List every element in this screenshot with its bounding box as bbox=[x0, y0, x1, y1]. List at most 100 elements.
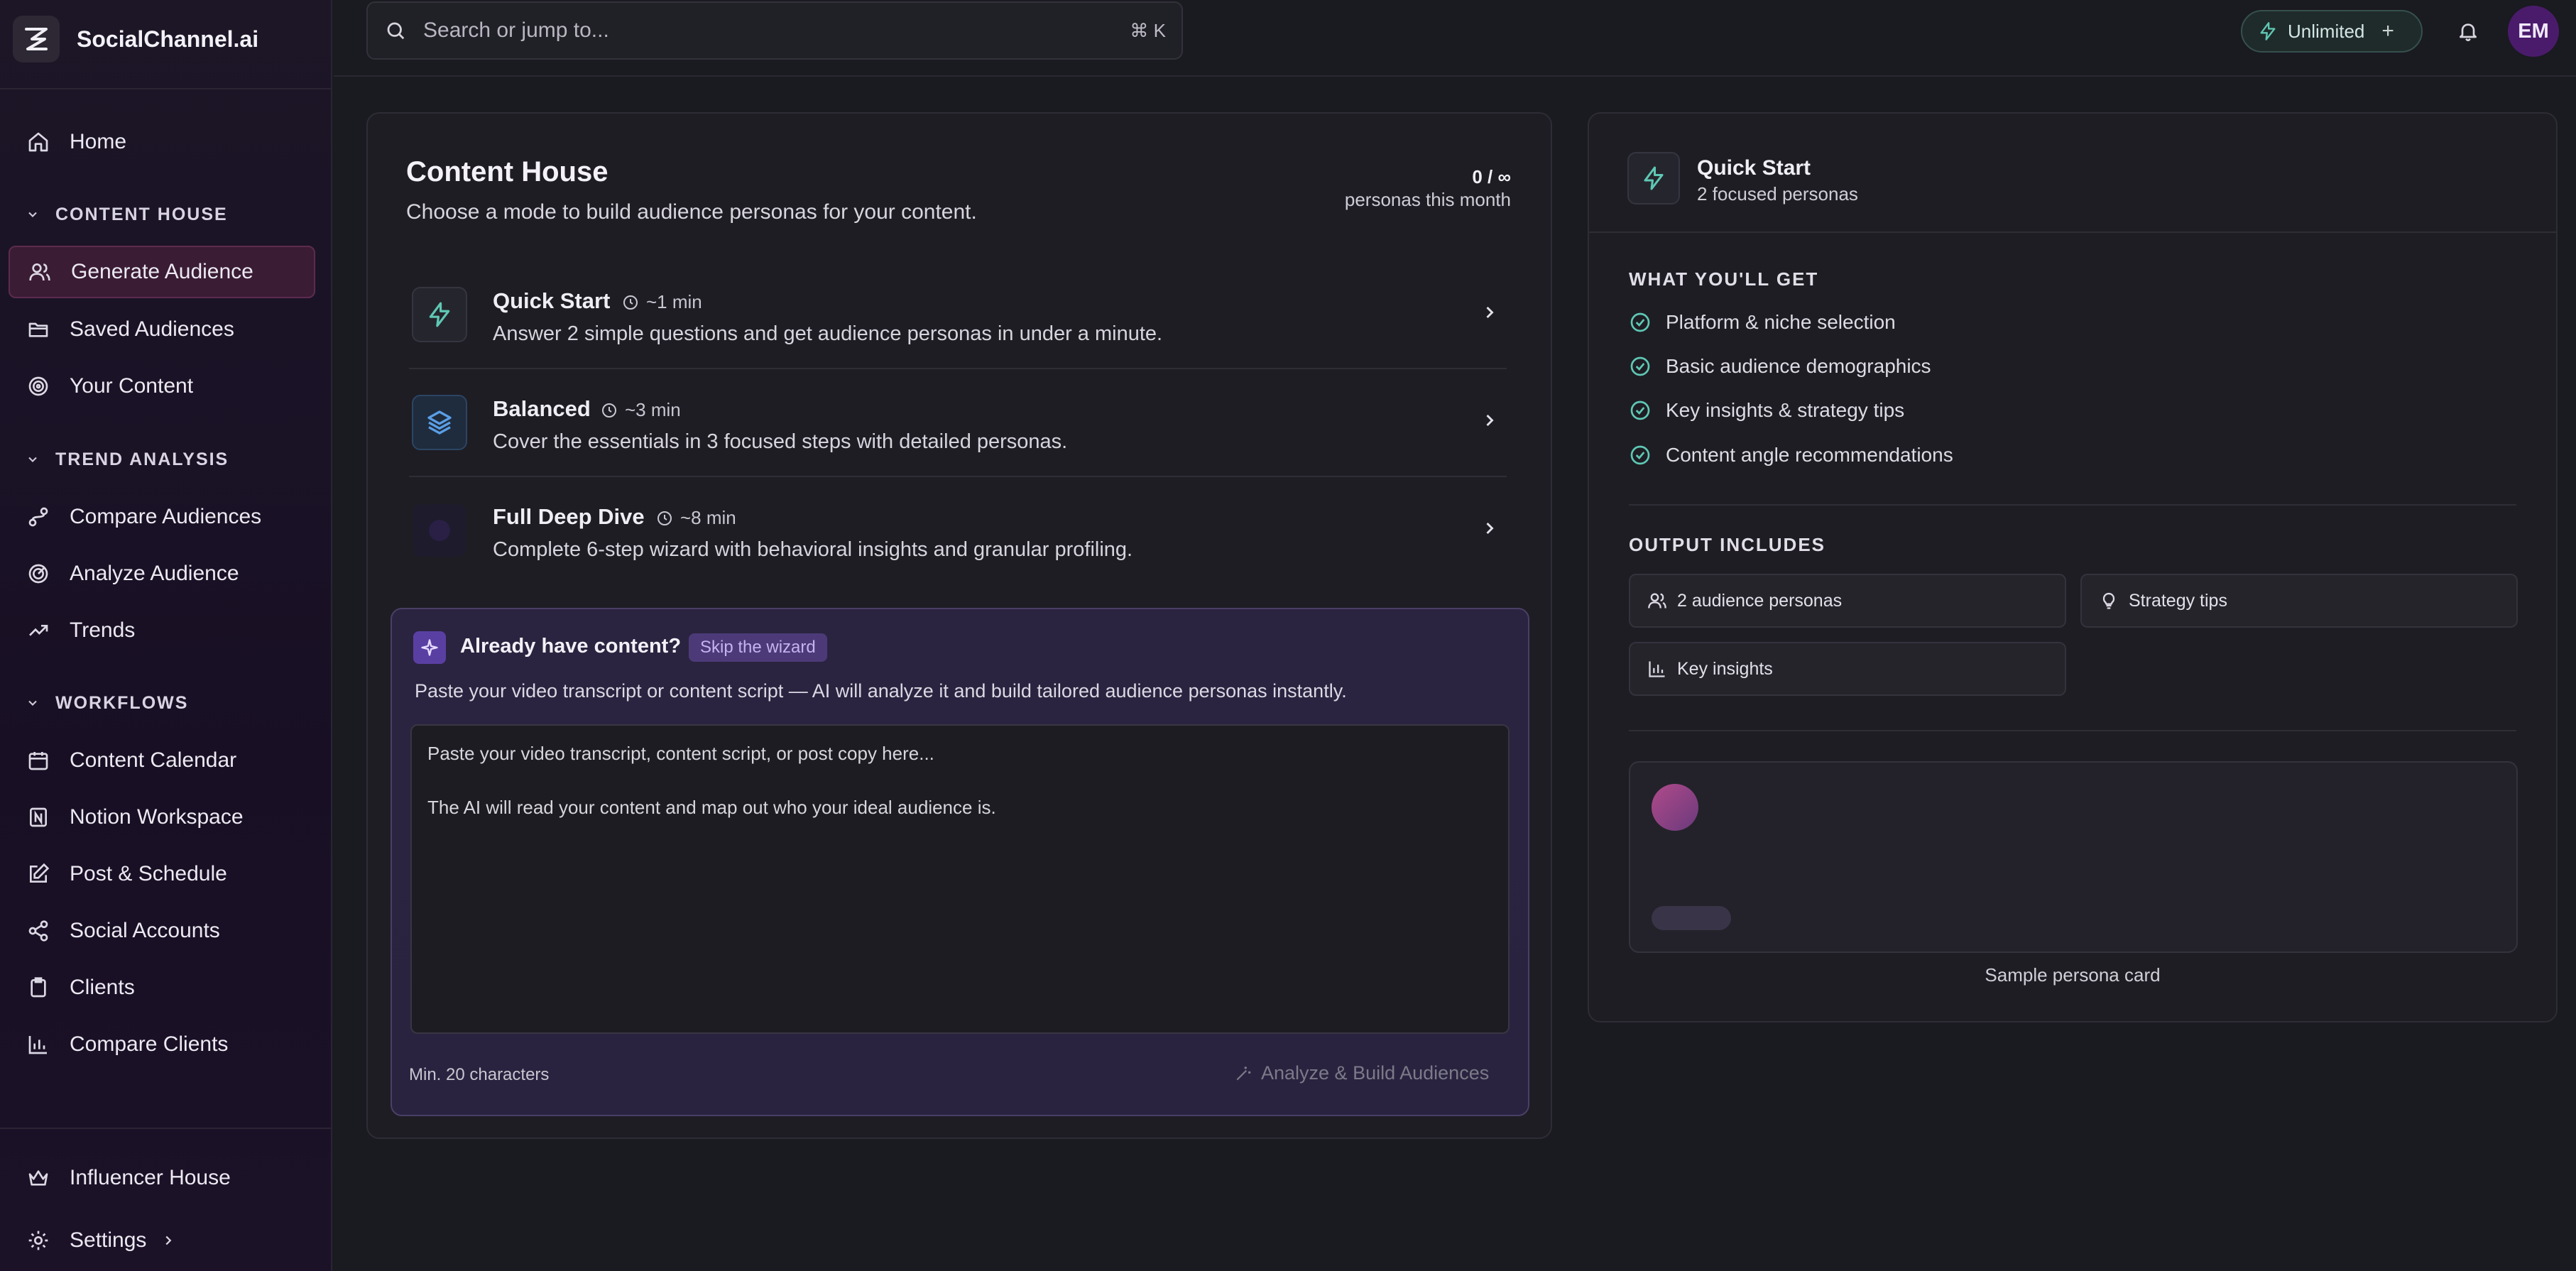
sidebar-item-label: Home bbox=[70, 130, 127, 153]
chevron-right-icon bbox=[1486, 522, 1494, 535]
preview-divider bbox=[1629, 730, 2516, 731]
sidebar-item-label: Influencer House bbox=[70, 1166, 231, 1189]
output-label: Key insights bbox=[1677, 658, 1773, 679]
clipboard-icon bbox=[26, 975, 51, 1000]
sidebar-item-compare-audiences[interactable]: Compare Audiences bbox=[9, 491, 315, 543]
feature-label: Platform & niche selection bbox=[1666, 311, 1896, 333]
output-strategy-tips: Strategy tips bbox=[2080, 574, 2518, 628]
sidebar-item-label: Analyze Audience bbox=[70, 562, 239, 585]
min-characters-hint: Min. 20 characters bbox=[409, 1065, 550, 1084]
sidebar-divider bbox=[0, 1128, 332, 1129]
users-icon bbox=[27, 259, 53, 285]
preview-divider bbox=[1589, 231, 2556, 233]
content-textarea[interactable]: Paste your video transcript, content scr… bbox=[410, 724, 1510, 1034]
sidebar-item-generate-audience[interactable]: Generate Audience bbox=[9, 246, 315, 298]
usage-label: personas this month bbox=[1344, 189, 1511, 210]
mode-time-value: ~8 min bbox=[680, 507, 736, 528]
sidebar-item-social-accounts[interactable]: Social Accounts bbox=[9, 905, 315, 957]
brand-logo-icon bbox=[13, 16, 60, 62]
sidebar-item-saved-audiences[interactable]: Saved Audiences bbox=[9, 303, 315, 356]
sidebar-section-trend-analysis[interactable]: TREND ANALYSIS bbox=[26, 445, 229, 474]
folder-icon bbox=[26, 317, 51, 342]
output-key-insights: Key insights bbox=[1629, 642, 2066, 696]
feature-item: Key insights & strategy tips bbox=[1629, 398, 1904, 422]
trending-up-icon bbox=[26, 618, 51, 643]
mode-quick-start[interactable]: Quick Start ~1 min Answer 2 simple quest… bbox=[409, 260, 1508, 366]
notion-icon bbox=[26, 804, 51, 830]
chevron-right-icon bbox=[1486, 414, 1494, 427]
mode-time: ~3 min bbox=[601, 399, 681, 421]
plan-add-button[interactable]: + bbox=[2381, 19, 2394, 43]
feature-label: Content angle recommendations bbox=[1666, 444, 1953, 466]
preview-title: Quick Start bbox=[1697, 156, 1811, 180]
search-input[interactable]: Search or jump to... ⌘ K bbox=[366, 1, 1183, 60]
lightbulb-icon bbox=[2102, 592, 2115, 609]
lightning-icon bbox=[2260, 22, 2276, 40]
mode-balanced[interactable]: Balanced ~3 min Cover the essentials in … bbox=[409, 368, 1508, 474]
sidebar-item-analyze-audience[interactable]: Analyze Audience bbox=[9, 547, 315, 600]
mode-description: Answer 2 simple questions and get audien… bbox=[493, 322, 1163, 345]
sidebar-item-home[interactable]: Home bbox=[9, 116, 315, 168]
brand-name: SocialChannel.ai bbox=[77, 26, 259, 52]
chevron-down-icon bbox=[28, 700, 37, 706]
clock-icon bbox=[657, 511, 672, 525]
mode-time-value: ~1 min bbox=[646, 291, 702, 312]
user-avatar[interactable]: EM bbox=[2508, 6, 2559, 57]
persona-tag-placeholder bbox=[1652, 906, 1731, 930]
sidebar-item-settings[interactable]: Settings bbox=[9, 1214, 315, 1267]
crown-icon bbox=[26, 1165, 51, 1191]
lightning-icon bbox=[1627, 152, 1680, 204]
sparkles-icon bbox=[413, 631, 446, 664]
sidebar-item-label: Generate Audience bbox=[71, 260, 253, 283]
sidebar-item-label: Social Accounts bbox=[70, 919, 220, 942]
plan-badge[interactable]: Unlimited + bbox=[2241, 10, 2423, 53]
preview-divider bbox=[1629, 504, 2516, 506]
gear-icon bbox=[26, 1228, 51, 1253]
sidebar-item-clients[interactable]: Clients bbox=[9, 961, 315, 1014]
sidebar-section-workflows[interactable]: WORKFLOWS bbox=[26, 689, 188, 717]
sidebar-item-post-schedule[interactable]: Post & Schedule bbox=[9, 848, 315, 900]
sidebar-item-content-calendar[interactable]: Content Calendar bbox=[9, 734, 315, 787]
analyze-button[interactable]: Analyze & Build Audiences bbox=[1234, 1062, 1489, 1084]
route-icon bbox=[26, 504, 51, 530]
mode-description: Cover the essentials in 3 focused steps … bbox=[493, 430, 1068, 453]
persona-avatar bbox=[1652, 784, 1698, 831]
analyze-button-label: Analyze & Build Audiences bbox=[1261, 1062, 1490, 1084]
clock-icon bbox=[623, 295, 638, 310]
sidebar-item-label: Notion Workspace bbox=[70, 805, 244, 829]
bell-icon bbox=[2460, 23, 2477, 42]
paste-description: Paste your video transcript or content s… bbox=[415, 680, 1347, 702]
sidebar-item-compare-clients[interactable]: Compare Clients bbox=[9, 1018, 315, 1071]
section-title: CONTENT HOUSE bbox=[55, 204, 228, 224]
feature-item: Basic audience demographics bbox=[1629, 354, 1931, 378]
output-includes-heading: OUTPUT INCLUDES bbox=[1629, 534, 1825, 555]
brand[interactable]: SocialChannel.ai bbox=[13, 16, 258, 62]
check-circle-icon bbox=[1630, 400, 1650, 420]
notifications-button[interactable] bbox=[2447, 10, 2489, 53]
chevron-down-icon bbox=[28, 212, 37, 217]
sidebar-item-label: Settings bbox=[70, 1228, 147, 1252]
target-icon bbox=[412, 503, 467, 558]
sidebar-item-influencer-house[interactable]: Influencer House bbox=[9, 1152, 315, 1204]
mode-description: Complete 6-step wizard with behavioral i… bbox=[493, 538, 1133, 561]
output-personas: 2 audience personas bbox=[1629, 574, 2066, 628]
sidebar-item-notion-workspace[interactable]: Notion Workspace bbox=[9, 791, 315, 844]
check-circle-icon bbox=[1630, 356, 1650, 376]
edit-icon bbox=[26, 861, 51, 887]
sidebar-item-label: Content Calendar bbox=[70, 748, 237, 772]
page-title: Content House bbox=[406, 156, 608, 187]
target-icon bbox=[26, 373, 51, 399]
sidebar-item-label: Compare Clients bbox=[70, 1032, 229, 1056]
home-icon bbox=[26, 129, 51, 155]
calendar-icon bbox=[26, 748, 51, 773]
sidebar-section-content-house[interactable]: CONTENT HOUSE bbox=[26, 200, 228, 229]
mode-time-value: ~3 min bbox=[625, 399, 681, 420]
sidebar-item-label: Post & Schedule bbox=[70, 862, 227, 885]
sidebar-item-trends[interactable]: Trends bbox=[9, 604, 315, 657]
mode-full-deep-dive[interactable]: Full Deep Dive ~8 min Complete 6-step wi… bbox=[409, 476, 1508, 582]
page-subtitle: Choose a mode to build audience personas… bbox=[406, 200, 977, 224]
chevron-right-icon bbox=[1486, 306, 1494, 319]
sidebar-item-your-content[interactable]: Your Content bbox=[9, 360, 315, 413]
textarea-placeholder-line-1: Paste your video transcript, content scr… bbox=[427, 743, 934, 764]
lightning-icon bbox=[412, 287, 467, 342]
